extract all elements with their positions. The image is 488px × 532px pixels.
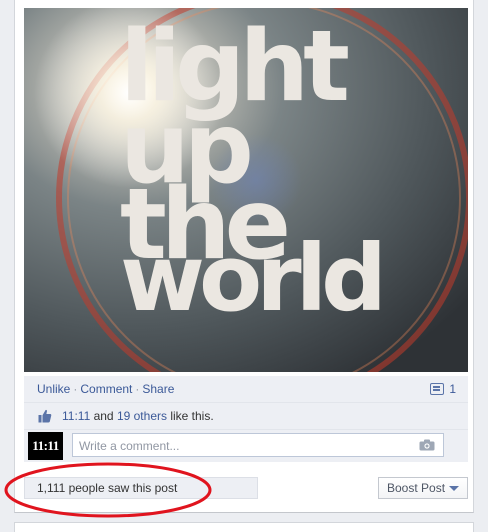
photo-word-world: world	[120, 225, 381, 332]
post-action-links: Unlike · Comment · Share	[37, 376, 174, 402]
next-post-card	[14, 522, 474, 532]
action-separator: ·	[135, 382, 140, 396]
comment-field[interactable]	[72, 433, 444, 457]
share-count[interactable]: 1	[430, 376, 456, 402]
liker-name-link[interactable]: 11:11	[62, 409, 90, 423]
others-link[interactable]: 19 others	[117, 409, 167, 423]
camera-icon[interactable]	[419, 439, 435, 451]
likes-suffix: like this.	[167, 409, 214, 423]
share-count-value: 1	[449, 382, 456, 396]
photo-artwork: light up the world	[24, 8, 468, 372]
thumbs-up-icon	[38, 409, 52, 423]
share-link[interactable]: Share	[142, 382, 174, 396]
action-separator: ·	[73, 382, 78, 396]
page: light up the world Unlike · Comment · Share …	[0, 0, 488, 532]
post-reach-text: 1,111 people saw this post	[24, 477, 258, 499]
post-actions-bar: Unlike · Comment · Share 1	[24, 376, 468, 403]
boost-post-button[interactable]: Boost Post	[378, 477, 468, 499]
comment-input[interactable]	[77, 435, 401, 457]
comment-composer: 11:11	[24, 430, 468, 462]
likes-text: 11:11 and 19 others like this.	[62, 403, 214, 429]
likes-and-text: and	[90, 409, 117, 423]
boost-post-label: Boost Post	[387, 481, 446, 495]
chevron-down-icon	[449, 486, 459, 491]
post-photo[interactable]: light up the world	[24, 8, 468, 372]
avatar[interactable]: 11:11	[28, 432, 63, 460]
likes-summary: 11:11 and 19 others like this.	[24, 403, 468, 430]
post-card: light up the world Unlike · Comment · Share …	[14, 0, 474, 513]
comment-link[interactable]: Comment	[80, 382, 132, 396]
share-count-icon	[430, 383, 445, 395]
unlike-link[interactable]: Unlike	[37, 382, 70, 396]
